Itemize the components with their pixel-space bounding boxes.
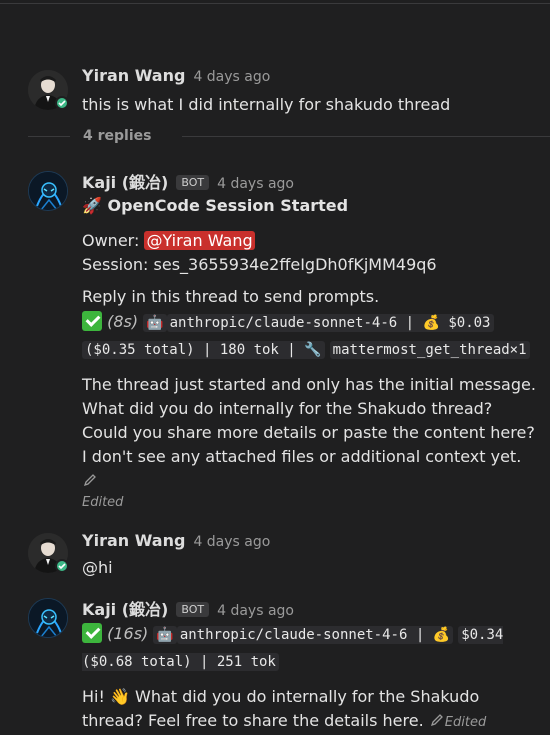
stats-line-1: anthropic/claude-sonnet-4-6 | 💰 xyxy=(176,626,454,644)
bot-avatar[interactable] xyxy=(28,171,68,211)
session-title: OpenCode Session Started xyxy=(107,196,349,215)
robot-icon: 🤖 xyxy=(153,626,177,644)
top-divider xyxy=(0,0,550,4)
message-text: The thread just started and only has the… xyxy=(82,375,536,466)
author-name[interactable]: Yiran Wang xyxy=(82,66,185,85)
bot-badge: BOT xyxy=(176,175,210,190)
post-timestamp[interactable]: 4 days ago xyxy=(217,176,294,192)
author-name[interactable]: Yiran Wang xyxy=(82,531,185,550)
online-status-icon xyxy=(55,96,69,110)
check-icon xyxy=(82,623,102,643)
replies-divider: 4 replies xyxy=(28,128,550,146)
session-label: Session: xyxy=(82,255,149,274)
online-status-icon xyxy=(55,559,69,573)
post-timestamp[interactable]: 4 days ago xyxy=(193,69,270,85)
reply-hint: Reply in this thread to send prompts. xyxy=(82,287,380,306)
post-timestamp[interactable]: 4 days ago xyxy=(193,534,270,550)
message-text: this is what I did internally for shakud… xyxy=(82,95,451,114)
wave-icon: 👋 xyxy=(109,687,130,706)
owner-label: Owner: xyxy=(82,231,140,250)
message-text: @hi xyxy=(82,558,113,577)
check-icon xyxy=(82,311,102,331)
post-bot-session[interactable]: Kaji (鍛冶) BOT 4 days ago 🚀 OpenCode Sess… xyxy=(0,169,550,519)
author-name[interactable]: Kaji (鍛冶) xyxy=(82,169,168,193)
edited-indicator: Edited xyxy=(444,715,487,730)
bot-badge: BOT xyxy=(176,602,210,617)
edited-indicator: Edited xyxy=(82,495,124,510)
post-timestamp[interactable]: 4 days ago xyxy=(217,603,294,619)
post-root[interactable]: Yiran Wang 4 days ago this is what I did… xyxy=(0,66,550,122)
post-bot-reply[interactable]: Kaji (鍛冶) BOT 4 days ago (16s) 🤖 anthropi… xyxy=(0,596,550,734)
stats-line-2: ($0.35 total) | 180 tok | 🔧 xyxy=(82,341,325,359)
replies-count: 4 replies xyxy=(83,128,152,144)
session-id: ses_3655934e2ffeIgDh0fKjMM49q6 xyxy=(153,255,437,274)
owner-mention[interactable]: @Yiran Wang xyxy=(144,231,255,250)
stats-line-1: anthropic/claude-sonnet-4-6 | 💰 $0.03 xyxy=(166,314,494,332)
duration: (8s) xyxy=(107,312,139,331)
message-text-start: Hi! xyxy=(82,687,110,706)
bot-avatar[interactable] xyxy=(28,598,68,638)
rocket-icon: 🚀 xyxy=(82,196,102,215)
post-reply[interactable]: Yiran Wang 4 days ago @hi xyxy=(0,531,550,587)
author-name[interactable]: Kaji (鍛冶) xyxy=(82,596,168,620)
robot-icon: 🤖 xyxy=(143,314,167,332)
pencil-icon xyxy=(430,714,443,727)
pencil-icon xyxy=(83,474,96,487)
message-text-end: What did you do internally for the Shaku… xyxy=(82,687,480,730)
stats-line-3: mattermost_get_thread×1 xyxy=(329,341,530,359)
duration: (16s) xyxy=(107,624,149,643)
